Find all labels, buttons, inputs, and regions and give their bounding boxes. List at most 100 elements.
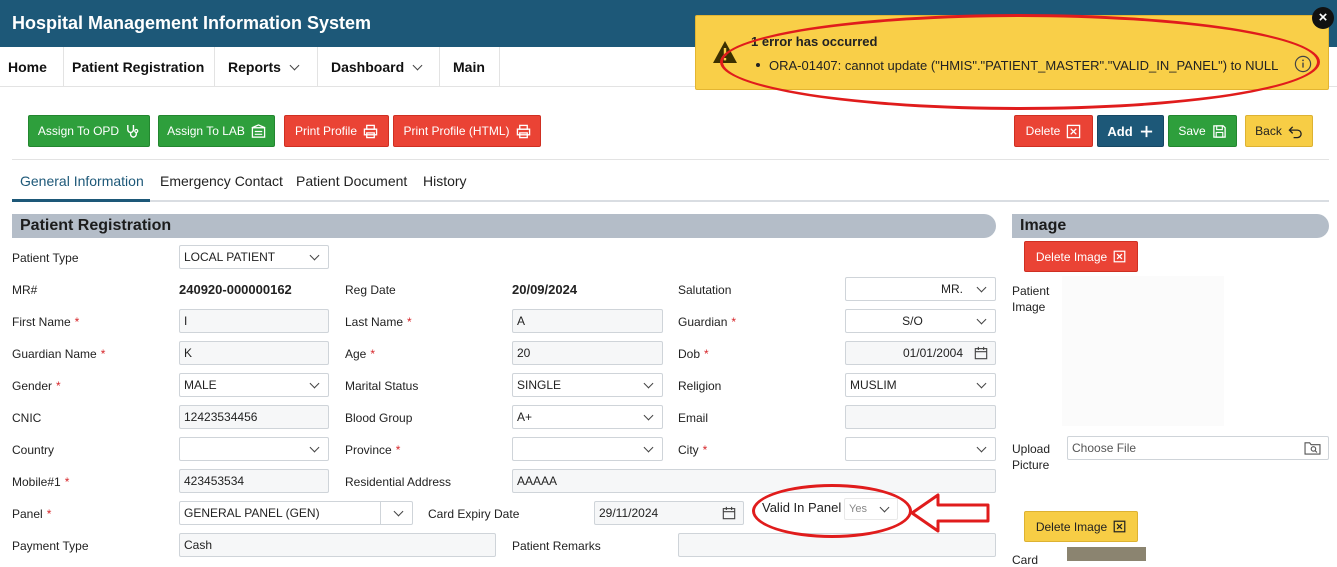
floppy-disk-icon xyxy=(1212,124,1226,138)
country-select[interactable] xyxy=(179,437,329,461)
nav-main[interactable]: Main xyxy=(440,47,500,87)
card-label: Card xyxy=(1012,553,1039,567)
nav-patient-registration[interactable]: Patient Registration xyxy=(64,47,215,87)
payment-type-input[interactable]: Cash xyxy=(179,533,496,557)
cnic-label: CNIC xyxy=(12,411,42,425)
city-select[interactable] xyxy=(845,437,996,461)
payment-type-label: Payment Type xyxy=(12,539,89,553)
blood-group-label: Blood Group xyxy=(345,411,413,425)
card-image-thumbnail xyxy=(1067,547,1146,561)
chevron-down-icon xyxy=(412,60,423,71)
patient-registration-section-title: Patient Registration xyxy=(12,214,996,238)
tab-emergency-contact[interactable]: Emergency Contact xyxy=(160,173,283,189)
print-profile-button[interactable]: Print Profile xyxy=(284,115,389,147)
email-label: Email xyxy=(678,411,709,425)
patient-type-select[interactable]: LOCAL PATIENT xyxy=(179,245,329,269)
nav-reports[interactable]: Reports xyxy=(215,47,318,87)
card-expiry-input[interactable]: 29/11/2024 xyxy=(594,501,744,525)
chevron-down-icon xyxy=(976,314,987,325)
chevron-down-icon xyxy=(309,378,320,389)
delete-button[interactable]: Delete xyxy=(1014,115,1093,147)
nav-home[interactable]: Home xyxy=(0,47,64,87)
choose-file-input[interactable]: Choose File xyxy=(1067,436,1329,460)
marital-status-select[interactable]: SINGLE xyxy=(512,373,663,397)
tab-history[interactable]: History xyxy=(423,173,467,189)
close-box-icon xyxy=(1113,250,1126,263)
email-input[interactable] xyxy=(845,405,996,429)
blood-group-select[interactable]: A+ xyxy=(512,405,663,429)
nav-dashboard[interactable]: Dashboard xyxy=(318,47,440,87)
assign-lab-button[interactable]: Assign To LAB xyxy=(158,115,275,147)
guardian-select[interactable]: S/O xyxy=(845,309,996,333)
annotation-ellipse-error xyxy=(720,14,1320,110)
salutation-select[interactable]: MR. xyxy=(845,277,996,301)
patient-remarks-label: Patient Remarks xyxy=(512,539,601,553)
guardian-label: Guardian * xyxy=(678,315,737,329)
annotation-arrow-icon xyxy=(910,493,990,533)
reg-date-value: 20/09/2024 xyxy=(512,282,578,297)
save-button[interactable]: Save xyxy=(1168,115,1237,147)
upload-picture-label: Upload Picture xyxy=(1012,442,1051,472)
stethoscope-icon xyxy=(127,124,139,138)
cnic-input[interactable]: 12423534456 xyxy=(179,405,329,429)
delete-image-button-2[interactable]: Delete Image xyxy=(1024,511,1138,542)
panel-select[interactable]: GENERAL PANEL (GEN) xyxy=(179,501,413,525)
chevron-down-icon xyxy=(643,378,654,389)
first-name-input[interactable]: I xyxy=(179,309,329,333)
chevron-down-icon xyxy=(976,378,987,389)
assign-opd-button[interactable]: Assign To OPD xyxy=(28,115,150,147)
religion-select[interactable]: MUSLIM xyxy=(845,373,996,397)
patient-image-label: Patient Image xyxy=(1012,284,1050,314)
active-tab-indicator xyxy=(12,199,150,202)
calendar-icon[interactable] xyxy=(722,506,736,520)
age-input[interactable]: 20 xyxy=(512,341,663,365)
print-profile-html-button[interactable]: Print Profile (HTML) xyxy=(393,115,541,147)
age-label: Age * xyxy=(345,347,376,361)
reg-date-label: Reg Date xyxy=(345,283,396,297)
chevron-down-icon xyxy=(976,442,987,453)
religion-label: Religion xyxy=(678,379,722,393)
dob-label: Dob * xyxy=(678,347,709,361)
panel-label: Panel * xyxy=(12,507,52,521)
close-box-icon xyxy=(1113,520,1126,533)
guardian-name-input[interactable]: K xyxy=(179,341,329,365)
guardian-name-label: Guardian Name * xyxy=(12,347,106,361)
tab-patient-document[interactable]: Patient Document xyxy=(296,173,407,189)
chevron-down-icon xyxy=(289,60,300,71)
mobile-input[interactable]: 423453534 xyxy=(179,469,329,493)
close-toast-button[interactable]: × xyxy=(1312,7,1334,29)
chevron-down-icon xyxy=(643,442,654,453)
printer-icon xyxy=(363,124,378,138)
add-button[interactable]: Add xyxy=(1097,115,1164,147)
delete-image-button[interactable]: Delete Image xyxy=(1024,241,1138,272)
marital-status-label: Marital Status xyxy=(345,379,419,393)
patient-type-label: Patient Type xyxy=(12,251,79,265)
chevron-down-icon xyxy=(976,282,987,293)
app-title: Hospital Management Information System xyxy=(12,13,372,33)
mobile-label: Mobile#1 * xyxy=(12,475,70,489)
province-select[interactable] xyxy=(512,437,663,461)
image-section-title: Image xyxy=(1012,214,1329,238)
folder-search-icon xyxy=(1304,442,1321,455)
tab-general-information[interactable]: General Information xyxy=(20,173,144,189)
chevron-down-icon xyxy=(643,410,654,421)
last-name-label: Last Name * xyxy=(345,315,412,329)
dob-input[interactable]: 01/01/2004 xyxy=(845,341,996,365)
country-label: Country xyxy=(12,443,55,457)
toolbar-divider xyxy=(12,159,1329,160)
select-divider xyxy=(380,502,381,524)
chevron-down-icon xyxy=(309,250,320,261)
calendar-icon[interactable] xyxy=(974,346,988,360)
gender-select[interactable]: MALE xyxy=(179,373,329,397)
lab-icon xyxy=(251,123,266,138)
province-label: Province * xyxy=(345,443,401,457)
printer-icon xyxy=(516,124,530,138)
mr-label: MR# xyxy=(12,283,38,297)
last-name-input[interactable]: A xyxy=(512,309,663,333)
mr-value: 240920-000000162 xyxy=(179,282,292,297)
back-arrow-icon xyxy=(1288,125,1302,138)
back-button[interactable]: Back xyxy=(1245,115,1313,147)
city-label: City * xyxy=(678,443,708,457)
plus-icon xyxy=(1140,125,1152,137)
residential-address-input[interactable]: AAAAA xyxy=(512,469,996,493)
